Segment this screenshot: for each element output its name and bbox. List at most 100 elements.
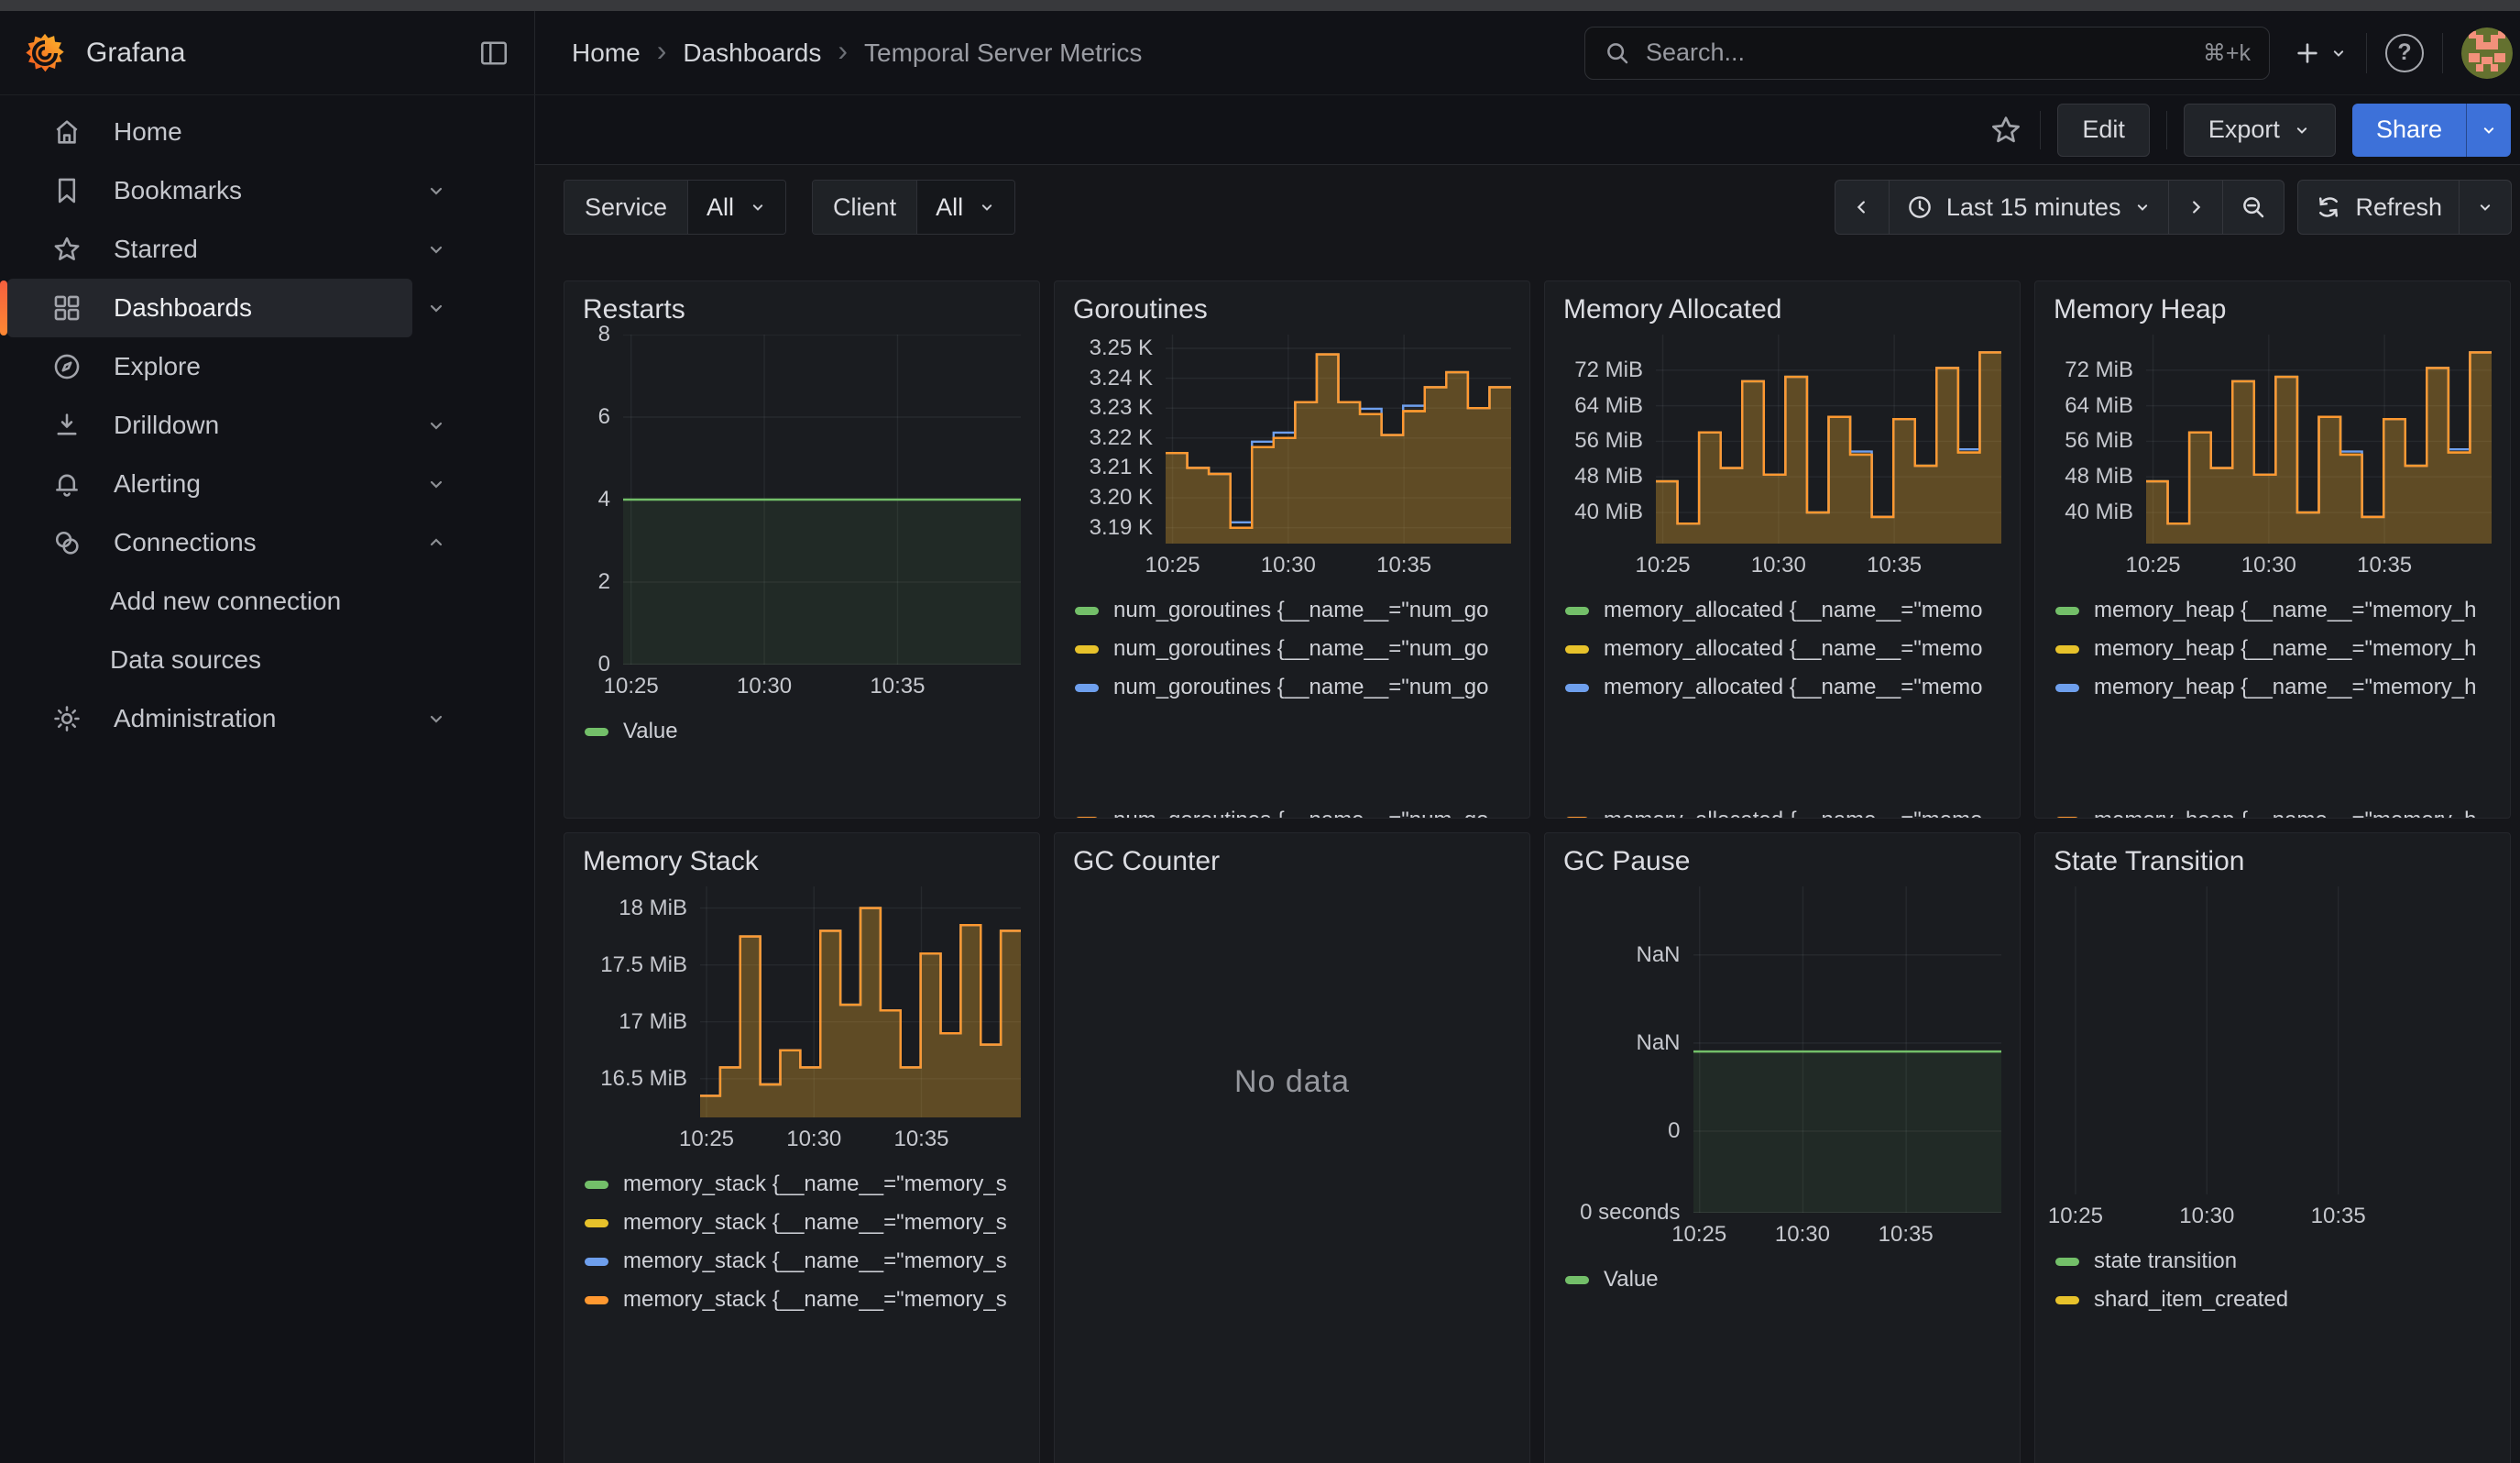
breadcrumb-home[interactable]: Home — [572, 38, 641, 68]
legend-item[interactable]: memory_stack {__name__="memory_s — [585, 1244, 1021, 1279]
chart-region: 72 MiB64 MiB56 MiB48 MiB40 MiB — [2054, 335, 2492, 544]
client-filter-value[interactable]: All — [916, 181, 1014, 234]
legend-item[interactable]: Value — [1565, 1262, 2001, 1297]
help-icon[interactable]: ? — [2385, 34, 2424, 72]
sidebar-link-bookmarks[interactable]: Bookmarks — [7, 161, 412, 220]
legend-item[interactable]: num_goroutines {__name__="num_go — [1075, 632, 1511, 666]
y-axis: 72 MiB64 MiB56 MiB48 MiB40 MiB — [2054, 335, 2146, 544]
panel-title[interactable]: Goroutines — [1073, 294, 1511, 325]
time-range-picker[interactable]: Last 15 minutes — [1889, 181, 2169, 234]
search-input[interactable]: Search... ⌘+k — [1584, 27, 2270, 80]
share-options-button[interactable] — [2466, 104, 2511, 157]
legend-label: memory_stack {__name__="memory_s — [623, 1287, 1007, 1313]
panel-title[interactable]: Memory Heap — [2054, 294, 2492, 325]
legend-marker — [585, 1258, 608, 1266]
breadcrumb: Home › Dashboards › Temporal Server Metr… — [535, 11, 1142, 94]
refresh-button[interactable]: Refresh — [2298, 181, 2459, 234]
chevron-down-icon[interactable] — [425, 414, 447, 436]
bell-icon — [51, 468, 82, 500]
plot-area[interactable] — [2146, 335, 2492, 544]
legend-marker — [1565, 684, 1589, 692]
chevron-down-icon[interactable] — [425, 297, 447, 319]
chevron-down-icon[interactable] — [425, 238, 447, 260]
sidebar-link-starred[interactable]: Starred — [7, 220, 412, 279]
legend-item[interactable]: num_goroutines {__name__="num_go — [1075, 670, 1511, 705]
legend-item[interactable]: memory_heap {__name__="memory_h — [2055, 632, 2492, 666]
legend-marker — [2055, 684, 2079, 692]
sidebar-collapse-icon[interactable] — [477, 37, 510, 70]
legend-item[interactable]: memory_stack {__name__="memory_s — [585, 1282, 1021, 1317]
service-filter-value[interactable]: All — [687, 181, 785, 234]
apps-icon — [51, 292, 82, 324]
edit-button[interactable]: Edit — [2057, 104, 2150, 157]
sidebar-link-drilldown[interactable]: Drilldown — [7, 396, 412, 455]
panel-title[interactable]: GC Pause — [1563, 846, 2001, 877]
time-controls: Last 15 minutes — [1835, 180, 2512, 235]
time-shift-back-button[interactable] — [1835, 181, 1889, 234]
avatar[interactable] — [2461, 28, 2513, 79]
plot-area[interactable] — [623, 335, 1021, 665]
legend-item[interactable]: memory_heap {__name__="memory_h — [2055, 593, 2492, 628]
panel-legend: Value — [583, 707, 1021, 818]
refresh-group: Refresh — [2297, 180, 2512, 235]
sidebar-link-explore[interactable]: Explore — [7, 337, 412, 396]
panel-legend: state transitionshard_item_created — [2054, 1237, 2492, 1463]
panel-title[interactable]: Memory Stack — [583, 846, 1021, 877]
breadcrumb-dashboards[interactable]: Dashboards — [683, 38, 821, 68]
legend-item[interactable]: memory_heap {__name__="memory_h — [2055, 803, 2492, 818]
service-filter-label: Service — [564, 181, 687, 234]
sidebar-link-alerting[interactable]: Alerting — [7, 455, 412, 513]
refresh-interval-button[interactable] — [2459, 181, 2511, 234]
x-tick-label: 10:30 — [2179, 1204, 2234, 1229]
divider — [2281, 33, 2282, 73]
share-button[interactable]: Share — [2352, 104, 2466, 157]
legend-item[interactable]: shard_item_created — [2055, 1282, 2492, 1317]
plot-area[interactable] — [1656, 335, 2001, 544]
sidebar-link-administration[interactable]: Administration — [7, 689, 412, 748]
legend-item[interactable]: memory_allocated {__name__="memo — [1565, 670, 2001, 705]
panel-title[interactable]: State Transition — [2054, 846, 2492, 877]
favorite-star-icon[interactable] — [1989, 113, 2023, 148]
sidebar-link-home[interactable]: Home — [7, 103, 412, 161]
breadcrumb-current: Temporal Server Metrics — [864, 38, 1142, 68]
panel-title[interactable]: GC Counter — [1073, 846, 1511, 877]
chevron-right-icon — [2186, 197, 2206, 217]
legend-item[interactable]: memory_allocated {__name__="memo — [1565, 803, 2001, 818]
add-new-button[interactable] — [2293, 38, 2348, 68]
panel-title[interactable]: Restarts — [583, 294, 1021, 325]
legend-item[interactable]: num_goroutines {__name__="num_go — [1075, 803, 1511, 818]
zoom-out-button[interactable] — [2222, 181, 2284, 234]
legend-item[interactable]: num_goroutines {__name__="num_go — [1075, 593, 1511, 628]
y-tick-label: 18 MiB — [570, 896, 687, 921]
x-tick-label: 10:25 — [1145, 553, 1200, 578]
legend-item[interactable]: memory_stack {__name__="memory_s — [585, 1205, 1021, 1240]
legend-item[interactable]: memory_allocated {__name__="memo — [1565, 632, 2001, 666]
chevron-down-icon[interactable] — [425, 180, 447, 202]
panel-title[interactable]: Memory Allocated — [1563, 294, 2001, 325]
sidebar-item-home: Home — [0, 103, 534, 161]
sidebar-link-dashboards[interactable]: Dashboards — [7, 279, 412, 337]
chevron-down-icon[interactable] — [425, 473, 447, 495]
legend-item[interactable]: memory_stack {__name__="memory_s — [585, 1167, 1021, 1202]
plot-area[interactable] — [1693, 886, 2002, 1213]
sidebar-item-administration: Administration — [0, 689, 534, 748]
sidebar-link-data-sources[interactable]: Data sources — [7, 631, 412, 689]
chevron-up-icon[interactable] — [425, 532, 447, 554]
legend-item[interactable]: memory_heap {__name__="memory_h — [2055, 670, 2492, 705]
export-button[interactable]: Export — [2184, 104, 2336, 157]
plot-area[interactable] — [1166, 335, 1511, 544]
time-shift-forward-button[interactable] — [2168, 181, 2222, 234]
plot-area[interactable] — [700, 886, 1021, 1117]
legend-item[interactable]: memory_allocated {__name__="memo — [1565, 593, 2001, 628]
sidebar-link-connections[interactable]: Connections — [7, 513, 412, 572]
legend-marker — [585, 728, 608, 736]
x-tick-label: 10:30 — [1261, 553, 1316, 578]
plot-area[interactable] — [2054, 886, 2492, 1194]
chevron-down-icon[interactable] — [425, 708, 447, 730]
legend-item[interactable]: state transition — [2055, 1244, 2492, 1279]
legend-item[interactable]: Value — [585, 714, 1021, 749]
sidebar-link-add-new-connection[interactable]: Add new connection — [7, 572, 412, 631]
sidebar-item-label: Starred — [114, 235, 198, 264]
panel-memory-stack: Memory Stack18 MiB17.5 MiB17 MiB16.5 MiB… — [564, 832, 1040, 1463]
legend-label: Value — [1604, 1267, 1659, 1292]
